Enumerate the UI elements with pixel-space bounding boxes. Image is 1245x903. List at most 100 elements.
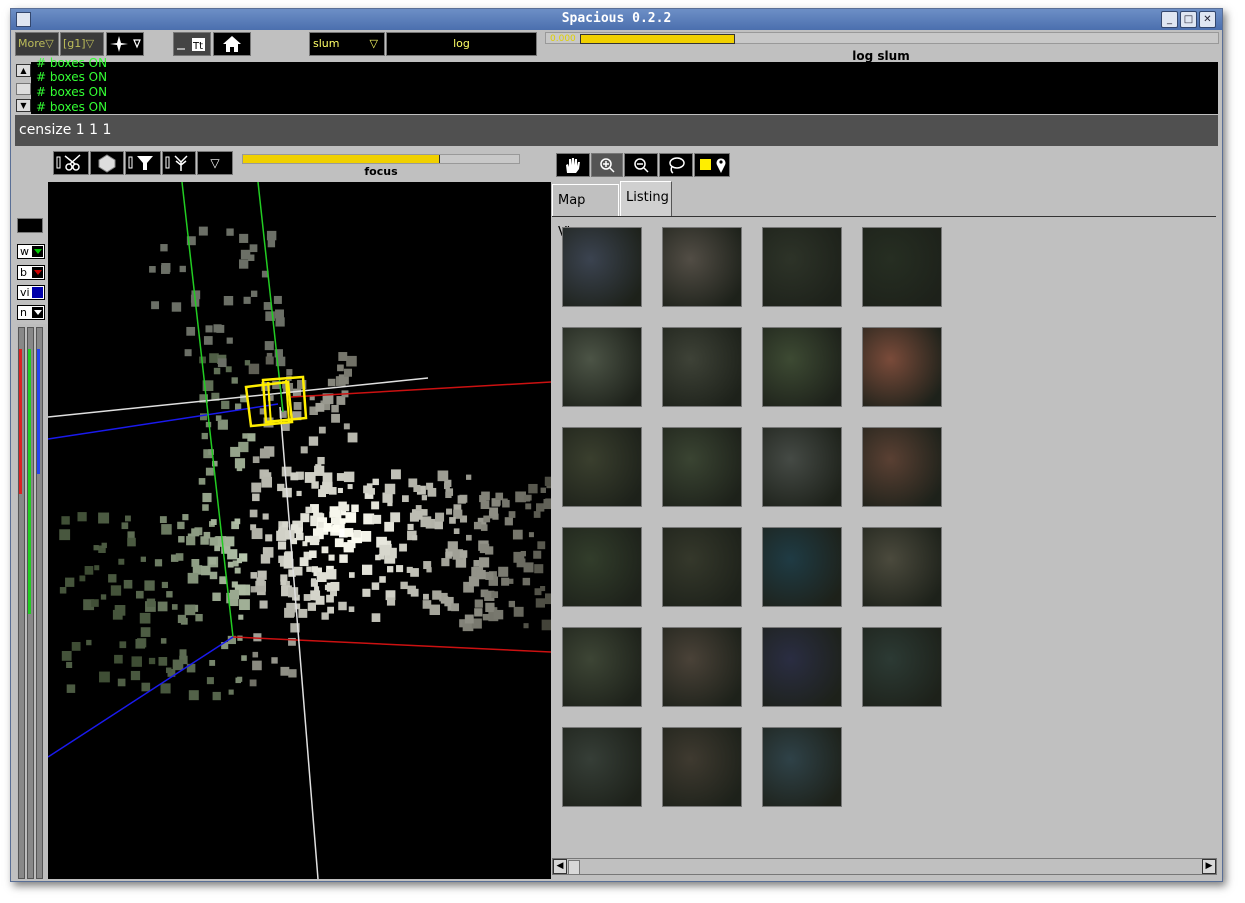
zoom-out-icon [634, 158, 649, 173]
thumbnail-image[interactable] [662, 627, 742, 707]
cloud-point [429, 604, 440, 616]
thumbnail-image[interactable] [762, 727, 842, 807]
thumbnail-image[interactable] [562, 227, 642, 307]
cloud-point [331, 404, 339, 413]
tab-listing[interactable]: Listing [620, 181, 672, 217]
lasso-tool-button[interactable] [659, 153, 693, 177]
cloud-point [286, 369, 293, 376]
pan-tool-button[interactable] [556, 153, 590, 177]
cloud-point [338, 601, 347, 611]
channel-vi-selector[interactable]: vi [17, 285, 45, 300]
cut-tool-button[interactable] [53, 151, 89, 175]
cloud-point [250, 290, 258, 297]
group-dropdown[interactable]: [g1]▽ [60, 32, 104, 56]
cloud-point [241, 655, 247, 661]
cloud-point [259, 600, 268, 609]
log-field[interactable]: log [386, 32, 537, 56]
cloud-point [277, 541, 287, 550]
thumbnail-image[interactable] [762, 527, 842, 607]
cloud-point [213, 367, 221, 375]
cloud-point [508, 511, 516, 518]
thumbnail-image[interactable] [762, 427, 842, 507]
thumbnail-image[interactable] [562, 627, 642, 707]
cloud-point [151, 301, 160, 310]
thumbnail-image[interactable] [662, 427, 742, 507]
listing-hscrollbar[interactable]: ◀ ▶ [552, 858, 1217, 875]
cloud-point [148, 657, 156, 665]
cloud-point [195, 613, 203, 622]
command-input[interactable]: censize 1 1 1 [15, 115, 1218, 146]
channel-w-selector[interactable]: w [17, 244, 45, 259]
minimize-icon[interactable]: _ [1161, 11, 1178, 28]
cloud-point [228, 689, 234, 695]
thumbnail-image[interactable] [762, 227, 842, 307]
thumbnail-image[interactable] [862, 327, 942, 407]
thumbnail-image[interactable] [662, 527, 742, 607]
tree-tool-button[interactable] [162, 151, 196, 175]
scroll-thumb[interactable] [16, 83, 31, 95]
scroll-right-icon[interactable]: ▶ [1202, 859, 1216, 874]
scatter-3d-view[interactable] [48, 182, 551, 879]
compass-dropdown[interactable] [106, 32, 144, 56]
cloud-point [328, 554, 335, 561]
cloud-point [135, 639, 146, 649]
cloud-point [528, 532, 534, 538]
console-scrollbar[interactable]: ▲ ▼ [15, 62, 31, 114]
thumbnail-image[interactable] [862, 527, 942, 607]
cloud-point [203, 531, 211, 539]
log-progress: 0.000 [545, 31, 1219, 45]
scroll-down-icon[interactable]: ▼ [16, 99, 31, 112]
shape-tool-button[interactable] [90, 151, 124, 175]
thumbnail-image[interactable] [762, 327, 842, 407]
cloud-point [127, 531, 135, 539]
cloud-point [231, 377, 238, 384]
thumbnail-image[interactable] [862, 627, 942, 707]
thumbnail-image[interactable] [562, 427, 642, 507]
thumbnail-image[interactable] [562, 727, 642, 807]
zoom-out-button[interactable] [624, 153, 658, 177]
thumbnail-image[interactable] [562, 327, 642, 407]
cloud-point [140, 627, 151, 637]
more-dropdown[interactable]: More▽ [15, 32, 59, 56]
thumbnail-image[interactable] [862, 427, 942, 507]
progress-value: 0.000 [550, 34, 576, 44]
marker-tool-button[interactable] [694, 153, 730, 177]
cloud-point [309, 535, 320, 546]
thumbnail-image[interactable] [662, 727, 742, 807]
cloud-point [489, 507, 499, 517]
thumbnail-image[interactable] [662, 227, 742, 307]
tab-map-view[interactable]: Map View [552, 184, 619, 240]
cloud-point [275, 309, 284, 319]
filter-tool-button[interactable] [125, 151, 161, 175]
text-toggle-button[interactable]: Tt [173, 32, 211, 56]
cloud-point [544, 476, 551, 486]
channel-n-selector[interactable]: n [17, 305, 45, 320]
cloud-point [443, 483, 450, 490]
cloud-point [348, 606, 355, 613]
cloud-point [540, 585, 546, 592]
cloud-point [177, 614, 187, 624]
hscroll-thumb[interactable] [568, 860, 580, 875]
scroll-left-icon[interactable]: ◀ [553, 859, 567, 874]
scroll-up-icon[interactable]: ▲ [16, 64, 31, 77]
thumbnail-image[interactable] [862, 227, 942, 307]
scatter-canvas [48, 182, 551, 879]
cloud-point [146, 598, 156, 607]
cloud-point [415, 505, 422, 511]
close-icon[interactable]: ✕ [1199, 11, 1216, 28]
view-options-dropdown[interactable]: ▽ [197, 151, 233, 175]
thumbnail-image[interactable] [762, 627, 842, 707]
thumbnail-image[interactable] [662, 327, 742, 407]
zoom-in-button[interactable] [591, 153, 623, 177]
mini-panel-toggle[interactable] [17, 218, 43, 233]
cloud-point [121, 522, 129, 530]
cloud-point [528, 483, 538, 494]
maximize-icon[interactable]: □ [1180, 11, 1197, 28]
channel-b-selector[interactable]: b [17, 265, 45, 280]
cloud-point [513, 606, 524, 617]
cloud-point [276, 530, 287, 541]
thumbnail-image[interactable] [562, 527, 642, 607]
slum-dropdown[interactable]: slum ▽ [309, 32, 385, 56]
cloud-point [100, 594, 107, 600]
home-button[interactable] [213, 32, 251, 56]
